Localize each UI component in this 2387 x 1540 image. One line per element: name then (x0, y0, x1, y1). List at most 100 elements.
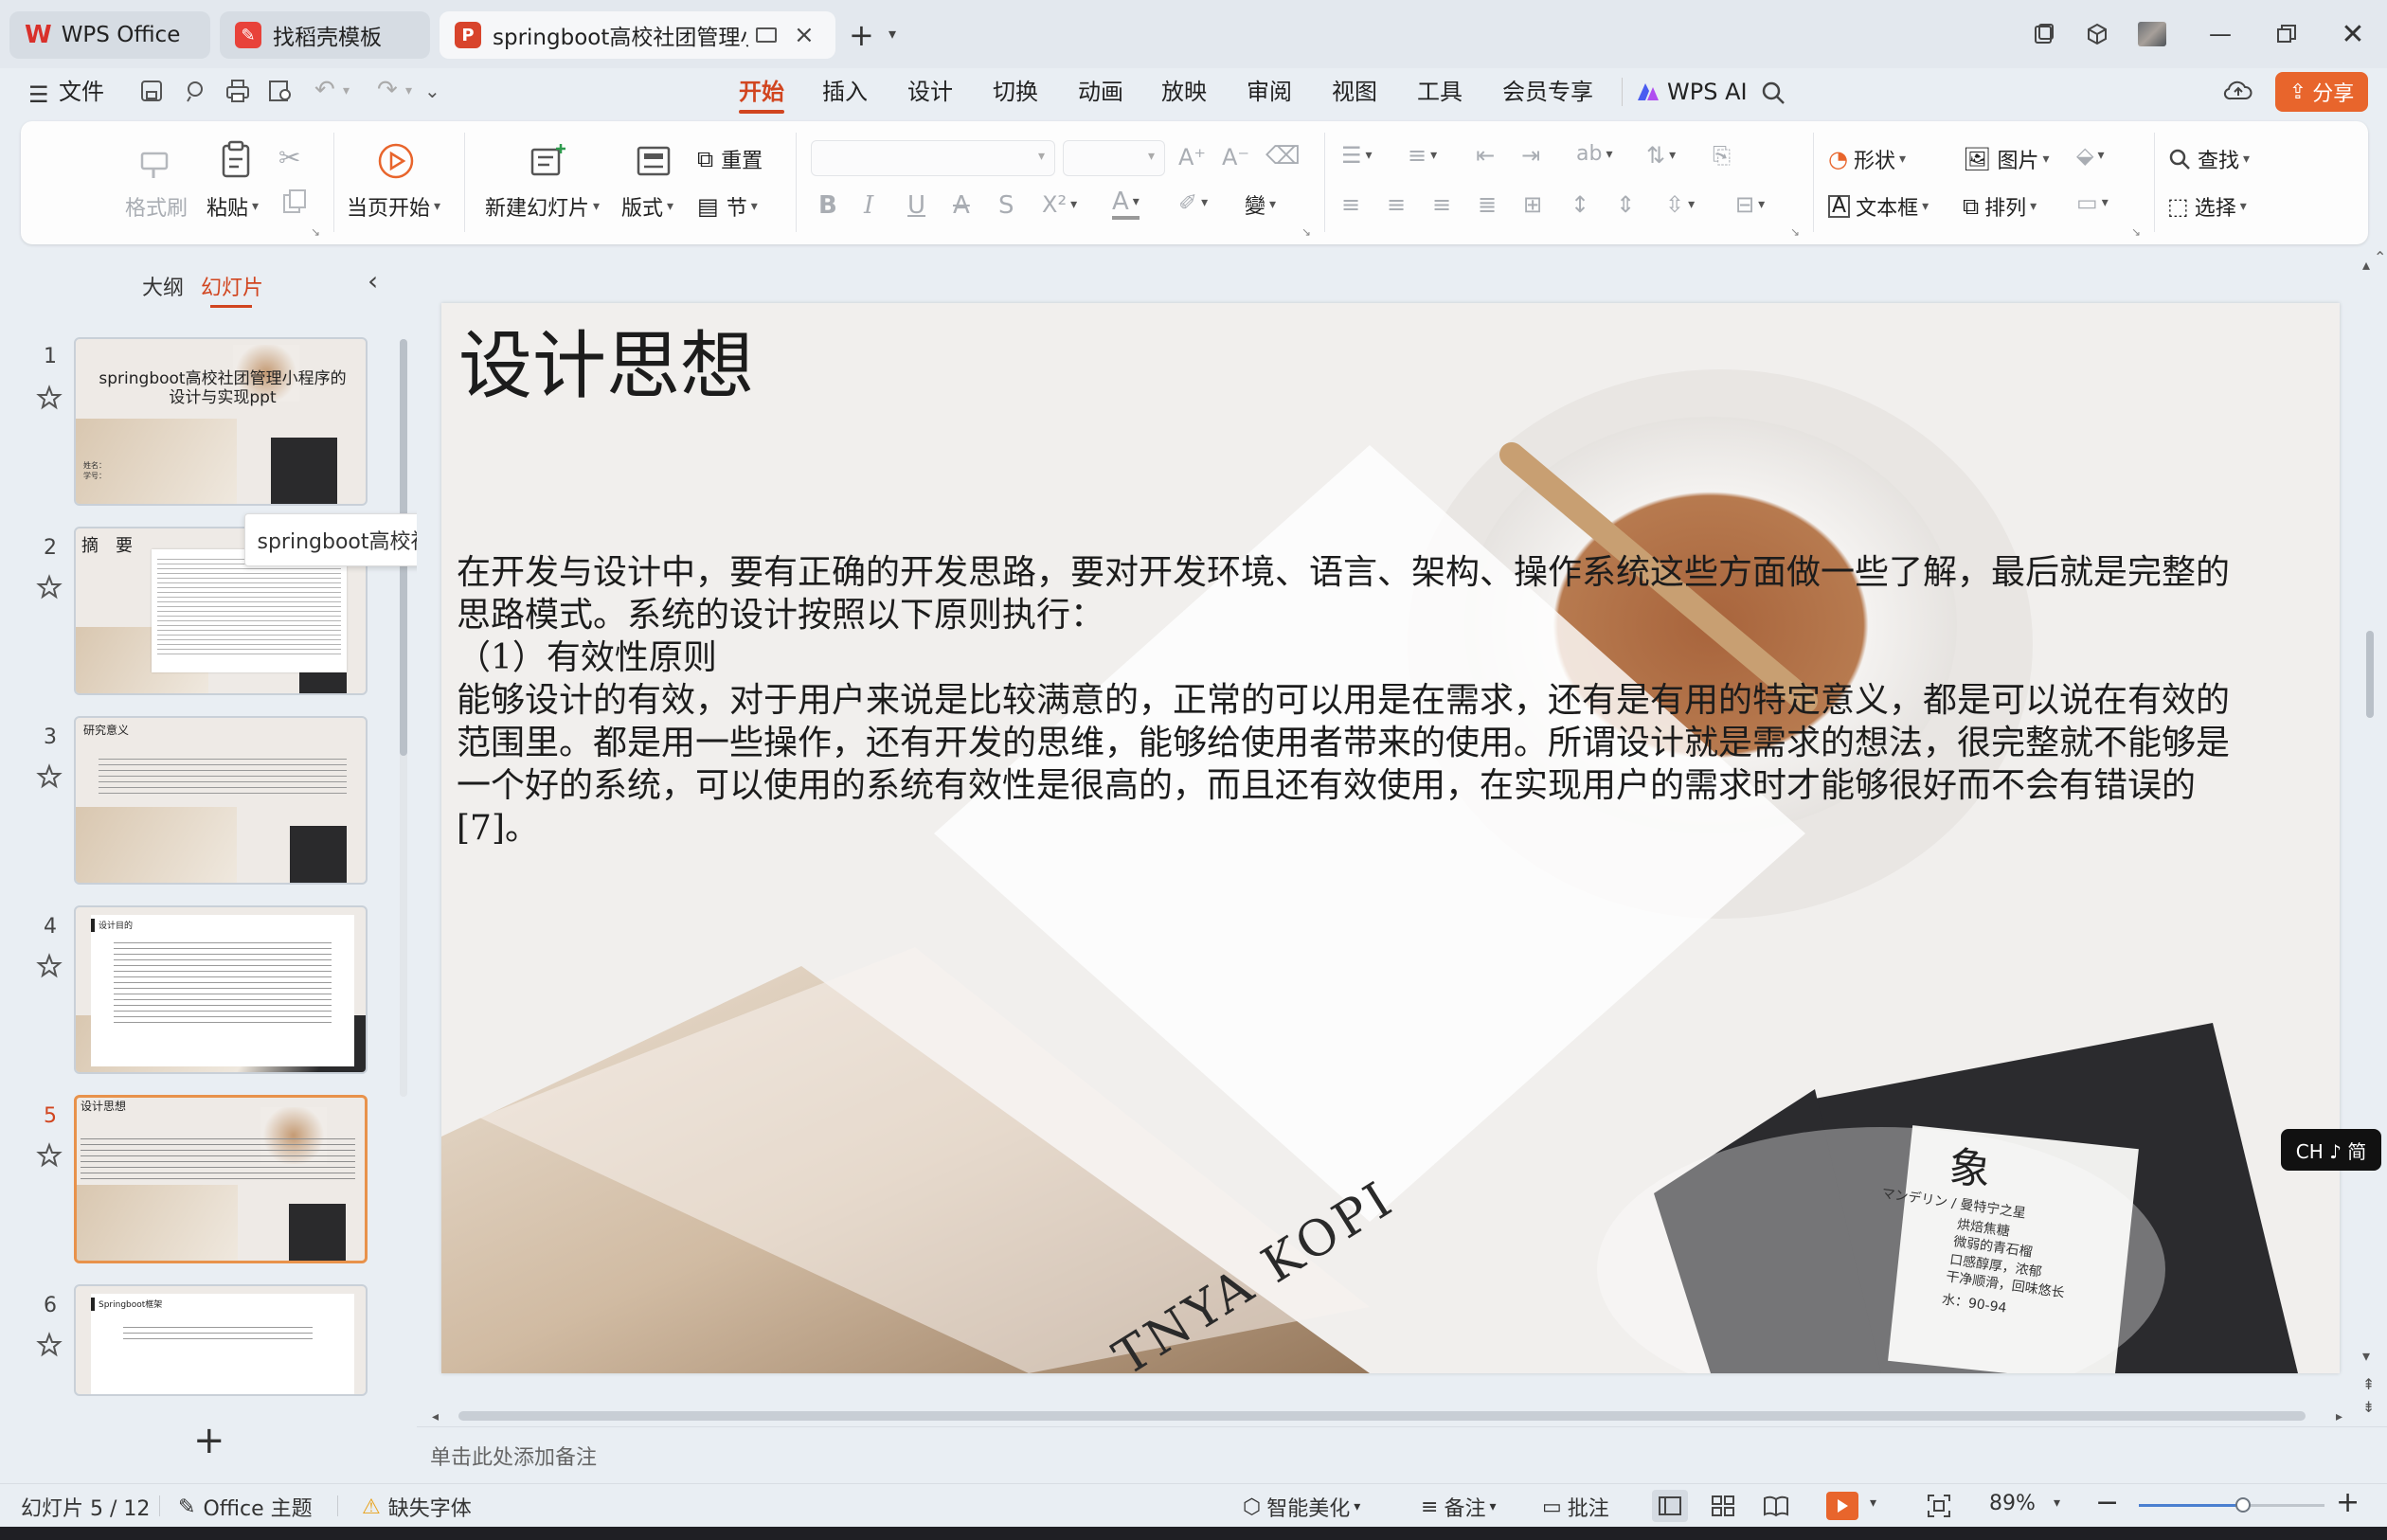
italic-icon[interactable]: I (864, 191, 873, 220)
reset-button[interactable]: ⧉ 重置 (697, 144, 763, 174)
font-size-combo[interactable]: ▾ (1063, 140, 1165, 176)
sort-icon[interactable]: ⇅ ▾ (1646, 142, 1676, 169)
window-layout-icon[interactable] (2027, 17, 2061, 51)
play-from-current-button[interactable]: 当页开始 ▾ (347, 191, 440, 222)
cloud-upload-icon[interactable] (2222, 78, 2254, 104)
star-icon[interactable] (36, 763, 63, 790)
search-icon[interactable] (1760, 80, 1786, 106)
close-tab-icon[interactable]: × (794, 21, 815, 49)
scroll-right-icon[interactable]: ▸ (2336, 1409, 2342, 1424)
outline-color-icon[interactable]: ▭ ▾ (2076, 189, 2109, 216)
find-button[interactable]: 查找 ▾ (2167, 144, 2250, 174)
paragraph-spacing-icon[interactable]: ⇕ (1616, 191, 1635, 218)
zoom-in-icon[interactable]: + (2336, 1486, 2360, 1519)
decrease-font-icon[interactable]: A⁻ (1222, 144, 1249, 170)
slide-canvas[interactable]: 象 マンデリン / 曼特宁之星 烘焙焦糖 微弱的青石榴 口感醇厚，浓郁 干净顺滑… (441, 303, 2340, 1373)
star-icon[interactable] (36, 953, 63, 979)
vertical-align-icon[interactable]: ⇳ ▾ (1665, 191, 1695, 218)
previous-slide-icon[interactable]: ⇞ (2362, 1375, 2375, 1393)
collapse-panel-icon[interactable]: ‹ (368, 265, 378, 296)
scroll-up-icon[interactable]: ▴ (2362, 256, 2370, 274)
wps-ai-icon[interactable] (1635, 80, 1661, 104)
quick-access-more-icon[interactable]: ⌄ (424, 80, 440, 102)
theme-button[interactable]: ✎ Office 主题 (178, 1492, 313, 1522)
cube-icon[interactable] (2080, 17, 2114, 51)
increase-font-icon[interactable]: A⁺ (1178, 144, 1206, 170)
comments-button[interactable]: ▭ 批注 (1542, 1492, 1609, 1522)
numbering-icon[interactable]: ≡ ▾ (1408, 142, 1437, 169)
superscript-icon[interactable]: X² ▾ (1042, 191, 1077, 218)
redo-icon[interactable]: ↷ (377, 76, 398, 104)
phonetic-icon[interactable]: 變 ▾ (1245, 189, 1276, 220)
missing-font-button[interactable]: ⚠ 缺失字体 (362, 1492, 472, 1522)
textbox-button[interactable]: A 文本框 ▾ (1828, 191, 1929, 222)
tab-member[interactable]: 会员专享 (1502, 76, 1593, 108)
add-slide-button[interactable]: + (193, 1419, 225, 1462)
save-icon[interactable] (138, 78, 165, 104)
zoom-slider-knob[interactable] (2234, 1497, 2251, 1513)
tab-home[interactable]: 开始 (739, 76, 784, 108)
tab-slides[interactable]: 幻灯片 (201, 271, 263, 301)
notes-pane[interactable]: 单击此处添加备注 (417, 1426, 2387, 1481)
next-slide-icon[interactable]: ⇟ (2362, 1398, 2375, 1416)
slideshow-dropdown-icon[interactable]: ▾ (1870, 1495, 1876, 1511)
copy-icon[interactable] (280, 188, 309, 216)
export-icon[interactable] (182, 78, 208, 104)
tab-docer-templates[interactable]: ✎ 找稻壳模板 (220, 11, 430, 59)
smart-beautify-button[interactable]: ⬡ 智能美化 ▾ (1243, 1492, 1360, 1522)
play-slideshow-button[interactable] (1826, 1492, 1858, 1520)
slide-thumbnail-4[interactable]: 设计目的 (74, 905, 368, 1074)
underline-icon[interactable]: U (907, 191, 925, 220)
star-icon[interactable] (36, 574, 63, 600)
bullets-icon[interactable]: ☰ ▾ (1341, 142, 1373, 169)
fill-color-icon[interactable]: ⬙ ▾ (2076, 142, 2105, 169)
text-direction-icon[interactable]: ⎘ (1713, 142, 1731, 169)
align-right-icon[interactable]: ≡ (1432, 191, 1451, 218)
hamburger-icon[interactable]: ☰ (28, 81, 49, 108)
slide-thumbnail-5[interactable]: 设计思想 (74, 1095, 368, 1263)
fit-window-button[interactable] (1925, 1492, 1953, 1520)
clear-format-icon[interactable]: ⌫ (1265, 142, 1301, 170)
normal-view-button[interactable] (1652, 1490, 1688, 1522)
slide-thumbnail-6[interactable]: Springboot框架 (74, 1284, 368, 1396)
tab-animations[interactable]: 动画 (1078, 76, 1123, 108)
notes-toggle-button[interactable]: ≡ 备注 ▾ (1421, 1492, 1496, 1522)
tab-wps-office[interactable]: W WPS Office (9, 11, 210, 59)
slide-sorter-button[interactable] (1707, 1490, 1739, 1522)
user-avatar[interactable] (2135, 17, 2169, 51)
slide-thumbnail-1[interactable]: springboot高校社团管理小程序的设计与实现ppt 姓名： 学号： (74, 337, 368, 506)
shape-button[interactable]: ◔ 形状 ▾ (1828, 144, 1906, 174)
paragraph-launcher-icon[interactable]: ↘ (1790, 225, 1800, 239)
star-icon[interactable] (36, 1332, 63, 1358)
char-spacing-icon[interactable]: ab ▾ (1576, 142, 1612, 166)
decrease-indent-icon[interactable]: ⇤ (1476, 142, 1495, 169)
tab-tools[interactable]: 工具 (1417, 76, 1463, 108)
highlight-icon[interactable]: ✐ ▾ (1178, 189, 1208, 216)
new-tab-button[interactable]: + (849, 17, 874, 53)
layout-button[interactable]: 版式 ▾ (621, 191, 673, 222)
file-menu[interactable]: 文件 (59, 76, 104, 108)
cut-icon[interactable]: ✂ (278, 142, 300, 173)
tab-review[interactable]: 审阅 (1247, 76, 1292, 108)
font-family-combo[interactable]: ▾ (811, 140, 1055, 176)
slide-body-text[interactable]: 在开发与设计中，要有正确的开发思路，要对开发环境、语言、架构、操作系统这些方面做… (457, 551, 2237, 850)
columns-icon[interactable]: ⊟ ▾ (1735, 191, 1765, 218)
tab-view[interactable]: 视图 (1332, 76, 1377, 108)
slide-title[interactable]: 设计思想 (458, 307, 754, 413)
font-color-icon[interactable]: A ▾ (1112, 188, 1140, 220)
increase-indent-icon[interactable]: ⇥ (1521, 142, 1540, 169)
undo-icon[interactable]: ↶ (314, 76, 335, 104)
horizontal-scrollbar-thumb[interactable] (458, 1411, 2306, 1421)
tab-outline[interactable]: 大纲 (142, 271, 184, 301)
minimize-icon[interactable]: — (2203, 17, 2237, 51)
wps-ai-button[interactable]: WPS AI (1667, 76, 1748, 108)
undo-dropdown-icon[interactable]: ▾ (343, 83, 350, 98)
tab-slideshow[interactable]: 放映 (1161, 76, 1207, 108)
distributed-icon[interactable]: ⊞ (1523, 191, 1542, 218)
section-button[interactable]: ▤ 节 ▾ (697, 191, 758, 222)
zoom-slider[interactable] (2139, 1497, 2324, 1513)
tab-insert[interactable]: 插入 (822, 76, 868, 108)
restore-icon[interactable] (2270, 17, 2304, 51)
tab-design[interactable]: 设计 (907, 76, 953, 108)
close-window-icon[interactable]: ✕ (2336, 17, 2370, 51)
